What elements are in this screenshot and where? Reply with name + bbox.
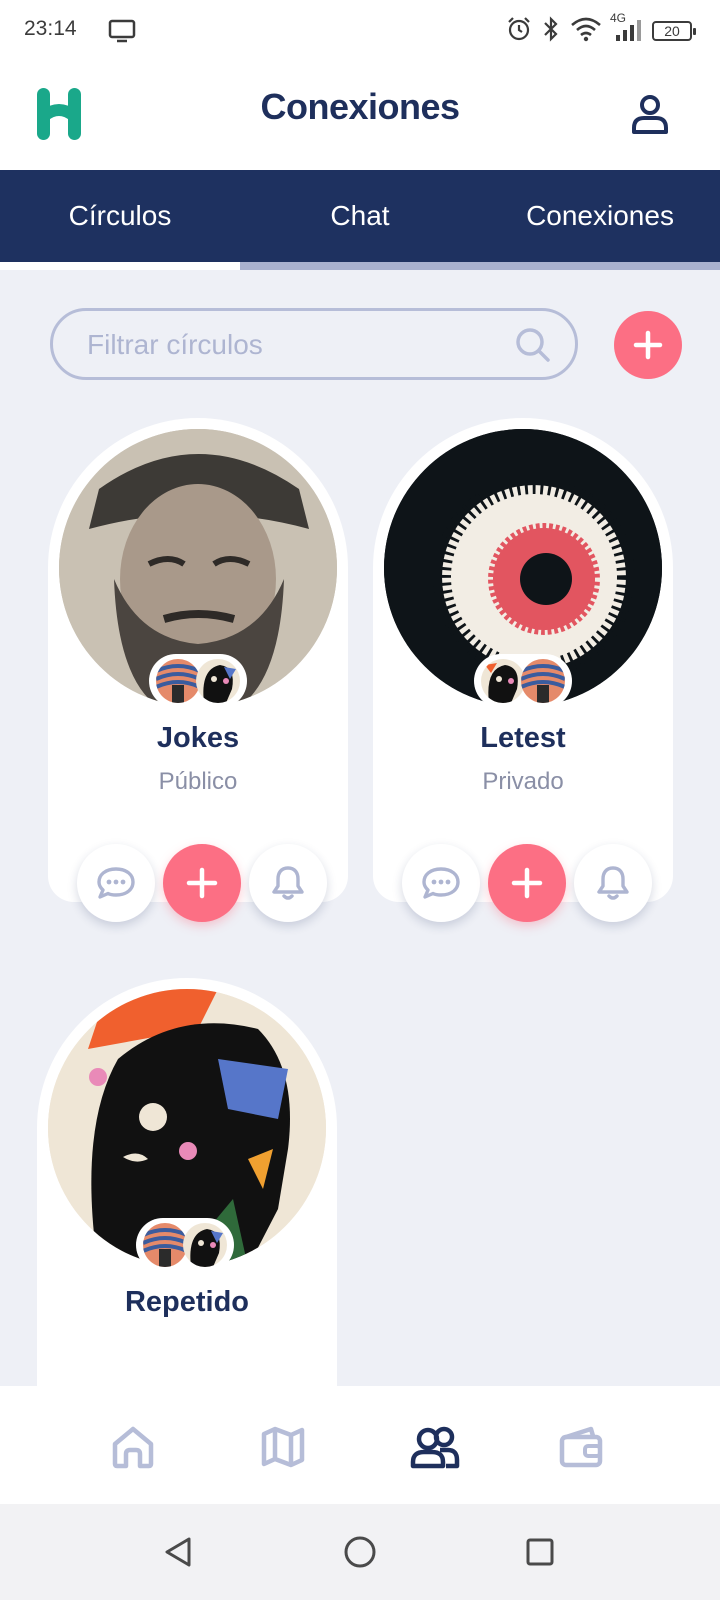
search-field[interactable] [50, 308, 578, 380]
bluetooth-icon [542, 16, 560, 46]
add-member-button[interactable] [488, 844, 566, 922]
avatar [521, 659, 565, 703]
circle-name: Repetido [124, 1286, 250, 1318]
tab-chat[interactable]: Chat [240, 170, 480, 262]
avatar [143, 1223, 187, 1267]
alarm-icon [506, 16, 532, 46]
app-header: Conexiones [0, 62, 720, 170]
wallet-icon [559, 1426, 603, 1468]
users-icon [410, 1426, 460, 1469]
chat-button[interactable] [77, 844, 155, 922]
avatar [481, 659, 525, 703]
circle-visibility: Público [158, 768, 238, 795]
back-icon[interactable] [158, 1532, 198, 1572]
avatar [156, 659, 200, 703]
bottom-navigation [0, 1386, 720, 1504]
tab-circulos[interactable]: Círculos [0, 170, 240, 262]
cellular-signal-icon: 4G [610, 11, 642, 46]
circle-visibility: Privado [482, 768, 564, 795]
add-member-button[interactable] [163, 844, 241, 922]
circle-actions [402, 844, 652, 922]
plus-icon [511, 867, 543, 899]
chat-bubble-icon [97, 867, 135, 899]
status-bar: 23:14 4G 20 [0, 0, 720, 62]
add-circle-button[interactable] [614, 311, 682, 379]
search-icon[interactable] [513, 325, 553, 369]
member-avatars [136, 1218, 234, 1272]
page-title: Conexiones [260, 86, 460, 127]
bell-icon [272, 866, 304, 900]
member-avatars [149, 654, 247, 708]
nav-connections[interactable] [410, 1422, 460, 1472]
tab-active-indicator [0, 262, 240, 270]
nav-map[interactable] [258, 1422, 308, 1472]
plus-icon [633, 330, 663, 360]
bell-icon [597, 866, 629, 900]
map-icon [261, 1426, 305, 1468]
chat-button[interactable] [402, 844, 480, 922]
circle-name: Jokes [156, 722, 240, 754]
circle-card[interactable]: Jokes Público [48, 418, 348, 922]
nav-home[interactable] [108, 1422, 158, 1472]
tab-conexiones[interactable]: Conexiones [480, 170, 720, 262]
avatar [183, 1223, 227, 1267]
circle-name: Letest [480, 722, 566, 754]
home-circle-icon[interactable] [340, 1532, 380, 1572]
tab-bar: Círculos Chat Conexiones [0, 170, 720, 262]
search-input[interactable] [87, 325, 487, 365]
network-type: 4G [610, 10, 627, 25]
user-icon[interactable] [628, 92, 672, 136]
circle-actions [77, 844, 327, 922]
system-navigation-bar [0, 1504, 720, 1600]
nav-wallet[interactable] [556, 1422, 606, 1472]
notifications-button[interactable] [574, 844, 652, 922]
member-avatars [474, 654, 572, 708]
wifi-icon [570, 16, 602, 46]
chat-bubble-icon [422, 867, 460, 899]
battery-indicator: 20 [652, 21, 696, 41]
plus-icon [186, 867, 218, 899]
recents-icon[interactable] [520, 1532, 560, 1572]
screen-cast-icon [108, 19, 136, 47]
tab-indicator-track [0, 262, 720, 270]
status-time: 23:14 [24, 17, 77, 40]
home-icon [112, 1426, 154, 1469]
circle-card[interactable]: Repetido [37, 978, 337, 1398]
notifications-button[interactable] [249, 844, 327, 922]
circle-card[interactable]: Letest Privado [373, 418, 673, 922]
avatar [196, 659, 240, 703]
